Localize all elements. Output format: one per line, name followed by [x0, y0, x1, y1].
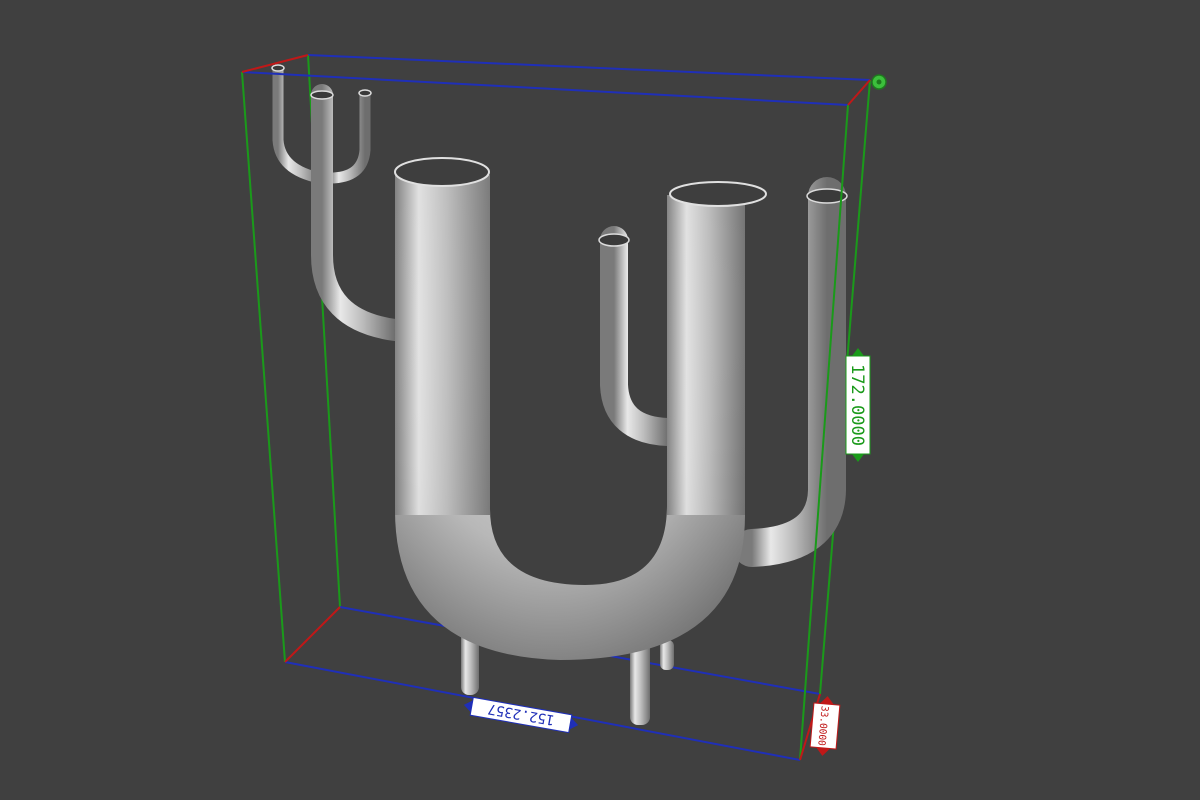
leg-back: [660, 640, 674, 670]
viewport-background: [0, 0, 1200, 800]
branch-opening: [271, 64, 285, 72]
u-tube-opening-left: [394, 157, 490, 187]
height-dimension[interactable]: 172.0000: [845, 348, 871, 462]
branch-opening: [310, 90, 334, 100]
corner-handle[interactable]: [871, 74, 887, 90]
u-tube-left-shade: [395, 175, 490, 515]
u-tube-opening-right: [669, 181, 767, 207]
u-tube-right-shade: [667, 195, 745, 515]
3d-viewport[interactable]: 152.2357 172.0000 33.0000: [0, 0, 1200, 800]
branch-opening: [358, 89, 372, 97]
gear-icon-center: [876, 79, 882, 85]
branch-opening: [598, 233, 630, 247]
height-label: 172.0000: [847, 364, 867, 446]
